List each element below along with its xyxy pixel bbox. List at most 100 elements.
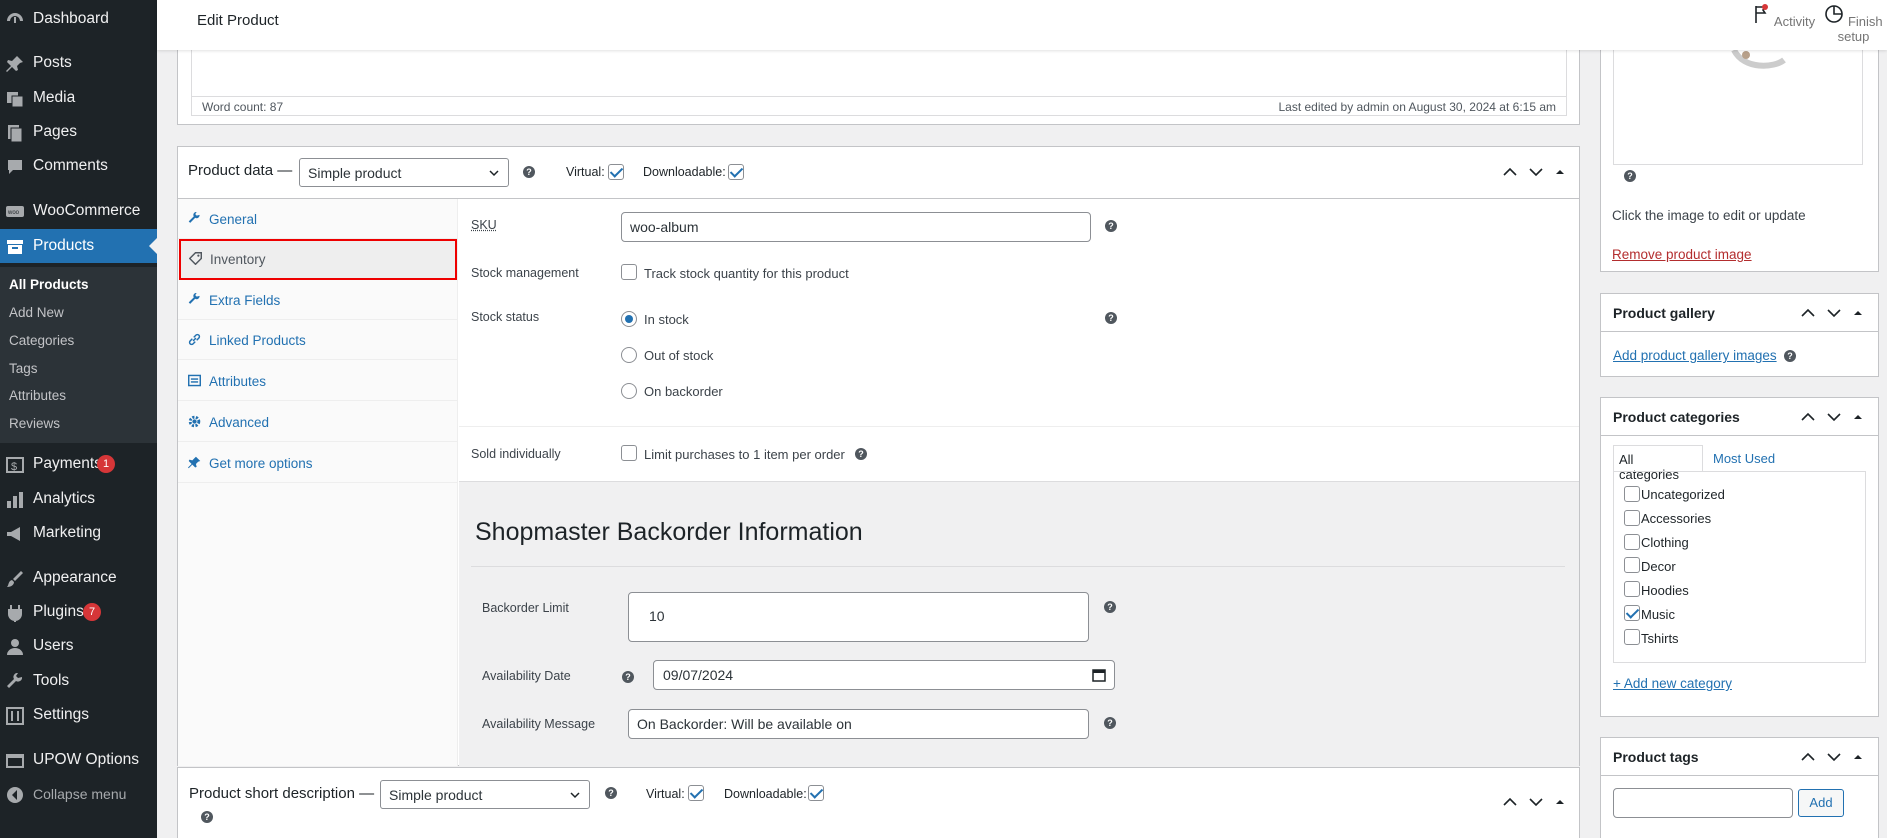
menu-collapse[interactable]: Collapse menu bbox=[0, 777, 157, 811]
category-checkbox-decor[interactable] bbox=[1624, 557, 1640, 573]
menu-payments[interactable]: $ Payments 1 bbox=[0, 447, 157, 481]
category-checkbox-uncategorized[interactable] bbox=[1624, 486, 1640, 502]
chevron-down-icon bbox=[488, 167, 500, 179]
panel-arrows[interactable] bbox=[1800, 410, 1870, 424]
product-type-select[interactable]: Simple product bbox=[299, 158, 509, 187]
backorder-limit-label: Backorder Limit bbox=[482, 601, 569, 615]
short-downloadable-checkbox[interactable] bbox=[808, 785, 824, 801]
add-tag-button[interactable]: Add bbox=[1798, 789, 1844, 817]
megaphone-icon bbox=[6, 525, 24, 543]
submenu-reviews[interactable]: Reviews bbox=[9, 416, 60, 431]
menu-dashboard[interactable]: Dashboard bbox=[0, 2, 157, 36]
menu-comments[interactable]: Comments bbox=[0, 149, 157, 183]
payments-badge: 1 bbox=[97, 455, 115, 473]
menu-users[interactable]: Users bbox=[0, 629, 157, 663]
backorder-limit-input[interactable]: 10 bbox=[628, 592, 1089, 642]
tab-extra-fields[interactable]: Extra Fields bbox=[178, 280, 458, 320]
category-checkbox-clothing[interactable] bbox=[1624, 534, 1640, 550]
panel-arrows[interactable] bbox=[1502, 795, 1582, 809]
help-icon[interactable]: ? bbox=[523, 166, 535, 178]
activity-button[interactable]: Activity bbox=[1751, 4, 1815, 29]
menu-pages[interactable]: Pages bbox=[0, 115, 157, 149]
sku-input[interactable]: woo-album bbox=[621, 212, 1091, 242]
help-icon[interactable]: ? bbox=[1784, 350, 1796, 362]
category-checkbox-hoodies[interactable] bbox=[1624, 581, 1640, 597]
stock-management-checkbox[interactable] bbox=[621, 264, 637, 280]
help-icon[interactable]: ? bbox=[605, 787, 617, 799]
archive-icon bbox=[6, 238, 24, 256]
submenu-categories[interactable]: Categories bbox=[9, 333, 74, 348]
category-label: Clothing bbox=[1641, 535, 1689, 550]
radio-out-of-stock[interactable] bbox=[621, 347, 637, 363]
menu-settings[interactable]: Settings bbox=[0, 698, 157, 732]
menu-plugins[interactable]: Plugins 7 bbox=[0, 595, 157, 629]
add-gallery-link[interactable]: Add product gallery images bbox=[1613, 348, 1777, 363]
svg-text:$: $ bbox=[11, 461, 17, 473]
category-checkbox-tshirts[interactable] bbox=[1624, 629, 1640, 645]
menu-woocommerce[interactable]: woo WooCommerce bbox=[0, 194, 157, 228]
help-icon[interactable]: ? bbox=[1105, 312, 1117, 324]
last-edited: Last edited by admin on August 30, 2024 … bbox=[1278, 100, 1556, 114]
menu-posts[interactable]: Posts bbox=[0, 46, 157, 80]
tab-general[interactable]: General bbox=[178, 199, 458, 239]
menu-media[interactable]: Media bbox=[0, 81, 157, 115]
comment-icon bbox=[6, 158, 24, 176]
availability-message-input[interactable]: On Backorder: Will be available on bbox=[628, 709, 1089, 739]
virtual-label: Virtual: bbox=[646, 787, 685, 801]
tab-get-more-options[interactable]: Get more options bbox=[178, 443, 458, 483]
help-icon[interactable]: ? bbox=[855, 448, 867, 460]
menu-upow-options[interactable]: UPOW Options bbox=[0, 743, 157, 777]
panel-arrows[interactable] bbox=[1502, 165, 1582, 179]
submenu-tags[interactable]: Tags bbox=[9, 361, 38, 376]
menu-products[interactable]: Products bbox=[0, 229, 157, 263]
tab-inventory[interactable]: Inventory bbox=[179, 239, 457, 280]
calendar-icon[interactable] bbox=[1092, 668, 1106, 682]
short-virtual-checkbox[interactable] bbox=[688, 785, 704, 801]
help-icon[interactable]: ? bbox=[1104, 601, 1116, 613]
admin-sidebar: Dashboard Posts Media Pages Comments woo… bbox=[0, 0, 157, 838]
help-icon[interactable]: ? bbox=[622, 671, 634, 683]
radio-on-backorder[interactable] bbox=[621, 383, 637, 399]
remove-image-link[interactable]: Remove product image bbox=[1612, 247, 1752, 262]
help-icon[interactable]: ? bbox=[1105, 220, 1117, 232]
categories-header: Product categories bbox=[1601, 398, 1878, 436]
menu-analytics[interactable]: Analytics bbox=[0, 482, 157, 516]
panel-arrows[interactable] bbox=[1800, 306, 1870, 320]
category-checkbox-accessories[interactable] bbox=[1624, 510, 1640, 526]
submenu-all-products[interactable]: All Products bbox=[9, 277, 89, 292]
bar-chart-icon bbox=[6, 491, 24, 509]
sku-label: SKU bbox=[471, 218, 497, 232]
stock-status-label: Stock status bbox=[471, 310, 540, 324]
tab-advanced[interactable]: Advanced bbox=[178, 402, 458, 442]
submenu-attributes[interactable]: Attributes bbox=[9, 388, 66, 403]
radio-in-stock[interactable] bbox=[621, 311, 637, 327]
collapse-icon bbox=[6, 786, 24, 804]
tab-most-used[interactable]: Most Used bbox=[1713, 451, 1775, 466]
product-tags-box: Product tags Add bbox=[1600, 737, 1879, 838]
submenu-add-new[interactable]: Add New bbox=[9, 305, 64, 320]
tags-input[interactable] bbox=[1613, 788, 1793, 818]
tab-all-categories[interactable]: All categories bbox=[1613, 445, 1703, 482]
help-icon[interactable]: ? bbox=[201, 811, 213, 823]
help-icon[interactable]: ? bbox=[1104, 717, 1116, 729]
availability-date-input[interactable]: 09/07/2024 bbox=[653, 660, 1115, 690]
menu-marketing[interactable]: Marketing bbox=[0, 516, 157, 550]
downloadable-checkbox[interactable] bbox=[728, 164, 744, 180]
category-checkbox-music[interactable] bbox=[1624, 605, 1640, 621]
finish-setup-button[interactable]: Finish setup bbox=[1820, 4, 1887, 44]
category-label: Decor bbox=[1641, 559, 1676, 574]
sold-individually-checkbox[interactable] bbox=[621, 445, 637, 461]
brush-icon bbox=[6, 570, 24, 588]
menu-tools[interactable]: Tools bbox=[0, 664, 157, 698]
add-new-category-link[interactable]: + Add new category bbox=[1613, 676, 1732, 691]
short-desc-type-select[interactable]: Simple product bbox=[380, 780, 590, 809]
tab-linked-products[interactable]: Linked Products bbox=[178, 320, 458, 360]
help-icon[interactable]: ? bbox=[1624, 170, 1636, 182]
tab-attributes[interactable]: Attributes bbox=[178, 361, 458, 401]
editor-status-bar: Word count: 87 Last edited by admin on A… bbox=[191, 96, 1567, 116]
menu-appearance[interactable]: Appearance bbox=[0, 561, 157, 595]
virtual-checkbox[interactable] bbox=[608, 164, 624, 180]
top-bar: Edit Product Activity Finish setup bbox=[157, 0, 1887, 50]
panel-arrows[interactable] bbox=[1800, 750, 1870, 764]
gear-icon bbox=[188, 415, 201, 428]
